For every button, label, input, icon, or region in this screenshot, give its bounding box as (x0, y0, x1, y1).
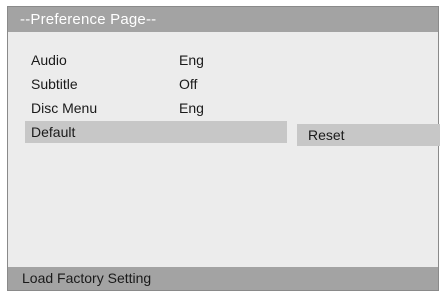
menu-item-audio[interactable]: Audio Eng (8, 49, 438, 71)
preference-page-screen: --Preference Page-- Audio Eng Subtitle O… (7, 6, 440, 291)
page-title: --Preference Page-- (8, 7, 438, 32)
menu-item-label: Subtitle (31, 76, 78, 92)
status-help-text: Load Factory Setting (8, 267, 438, 290)
menu-item-disc-menu[interactable]: Disc Menu Eng (8, 97, 438, 119)
menu-item-label: Audio (31, 52, 67, 68)
menu-item-value: Eng (179, 52, 204, 68)
menu-item-value: Eng (179, 100, 204, 116)
menu-item-value: Off (179, 76, 198, 92)
menu-item-subtitle[interactable]: Subtitle Off (8, 73, 438, 95)
menu-item-label: Disc Menu (31, 100, 98, 116)
menu-item-label: Default (31, 124, 76, 140)
reset-option[interactable]: Reset (297, 124, 440, 146)
